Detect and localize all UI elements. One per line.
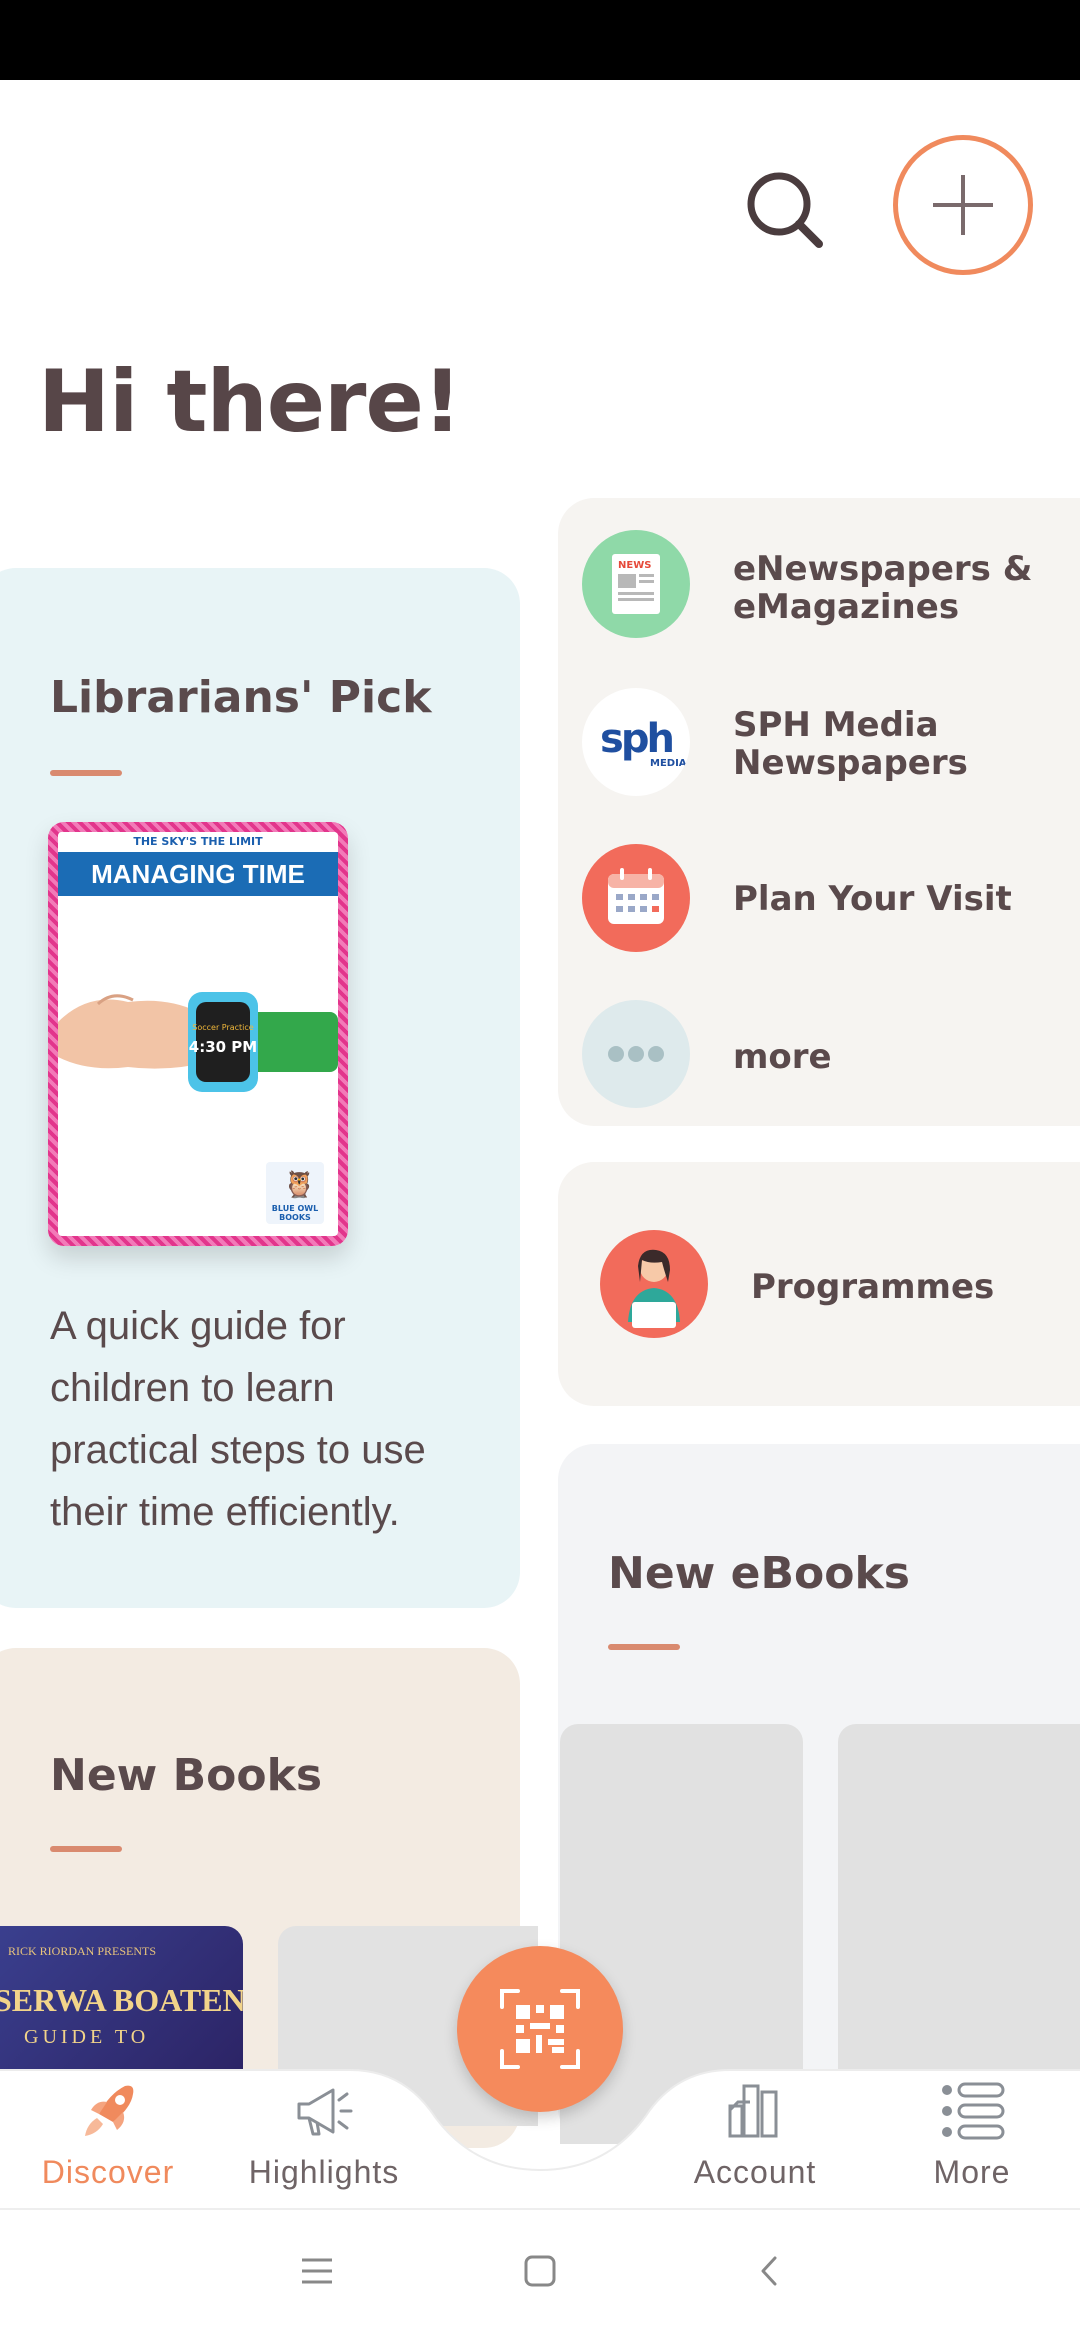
rocket-icon xyxy=(85,2085,134,2136)
librarians-pick-description: A quick guide for children to learn prac… xyxy=(50,1304,426,1534)
calendar-icon xyxy=(582,844,690,952)
search-icon xyxy=(747,172,823,248)
nav-account[interactable]: Account xyxy=(655,2076,855,2191)
add-button[interactable] xyxy=(893,135,1033,275)
nav-label: Account xyxy=(693,2154,817,2190)
back-icon[interactable] xyxy=(753,2254,787,2288)
svg-text:sph: sph xyxy=(600,716,672,762)
list-icon xyxy=(942,2082,1005,2140)
programmes-label: Programmes xyxy=(751,1267,995,1307)
nav-label: More xyxy=(933,2154,1011,2190)
greeting-title: Hi there! xyxy=(38,352,462,452)
more-dots-icon xyxy=(582,1000,690,1108)
accent-divider xyxy=(50,770,122,776)
nav-discover[interactable]: Discover xyxy=(8,2076,208,2191)
books-icon xyxy=(728,2084,778,2138)
search-button[interactable] xyxy=(735,160,835,260)
svg-text:MEDIA: MEDIA xyxy=(650,758,687,769)
recent-apps-icon[interactable] xyxy=(300,2254,334,2288)
nav-highlights[interactable]: Highlights xyxy=(224,2076,424,2191)
accent-divider xyxy=(608,1644,680,1650)
quick-link-label: Plan Your Visit xyxy=(733,879,1012,919)
status-bar xyxy=(0,0,1080,80)
accent-divider xyxy=(50,1846,122,1852)
librarians-pick-title: Librarians' Pick xyxy=(50,672,432,723)
sph-logo-icon: sph MEDIA xyxy=(582,688,690,796)
svg-text:NEWS: NEWS xyxy=(618,560,651,571)
book-tagline: THE SKY'S THE LIMIT xyxy=(58,832,338,852)
nav-label: Highlights xyxy=(248,2154,400,2190)
book-title: SERWA BOATENG'S xyxy=(0,1982,243,2018)
new-ebooks-title: New eBooks xyxy=(608,1548,910,1599)
nav-label: Discover xyxy=(41,2154,175,2190)
owl-icon: 🦉 xyxy=(283,1170,316,1200)
scan-button[interactable] xyxy=(457,1946,623,2112)
watch-time: 4:30 PM xyxy=(189,1038,257,1056)
system-nav-bar xyxy=(0,2208,1080,2340)
book-presenter: RICK RIORDAN PRESENTS xyxy=(8,1944,157,1958)
megaphone-icon xyxy=(297,2088,353,2136)
nav-more[interactable]: More xyxy=(872,2076,1072,2191)
publisher-name: BLUE OWL BOOKS xyxy=(271,1204,319,1222)
home-icon[interactable] xyxy=(523,2254,557,2288)
newspaper-icon: NEWS xyxy=(582,530,690,638)
quick-link-label: SPH Media Newspapers xyxy=(733,705,968,783)
publisher-logo: 🦉 BLUE OWL BOOKS xyxy=(266,1162,324,1224)
book-title: MANAGING TIME xyxy=(58,852,338,896)
quick-link-label: more xyxy=(733,1037,832,1077)
new-books-title: New Books xyxy=(50,1750,323,1801)
book-cover-managing-time[interactable]: THE SKY'S THE LIMIT MANAGING TIME Soccer… xyxy=(48,822,348,1246)
qr-scan-icon xyxy=(500,1989,580,2069)
watch-illustration: Soccer Practice 4:30 PM xyxy=(58,992,338,1092)
svg-text:Soccer Practice: Soccer Practice xyxy=(192,1023,254,1032)
quick-link-label: eNewspapers & eMagazines xyxy=(733,549,1033,627)
presenter-icon xyxy=(600,1230,708,1338)
